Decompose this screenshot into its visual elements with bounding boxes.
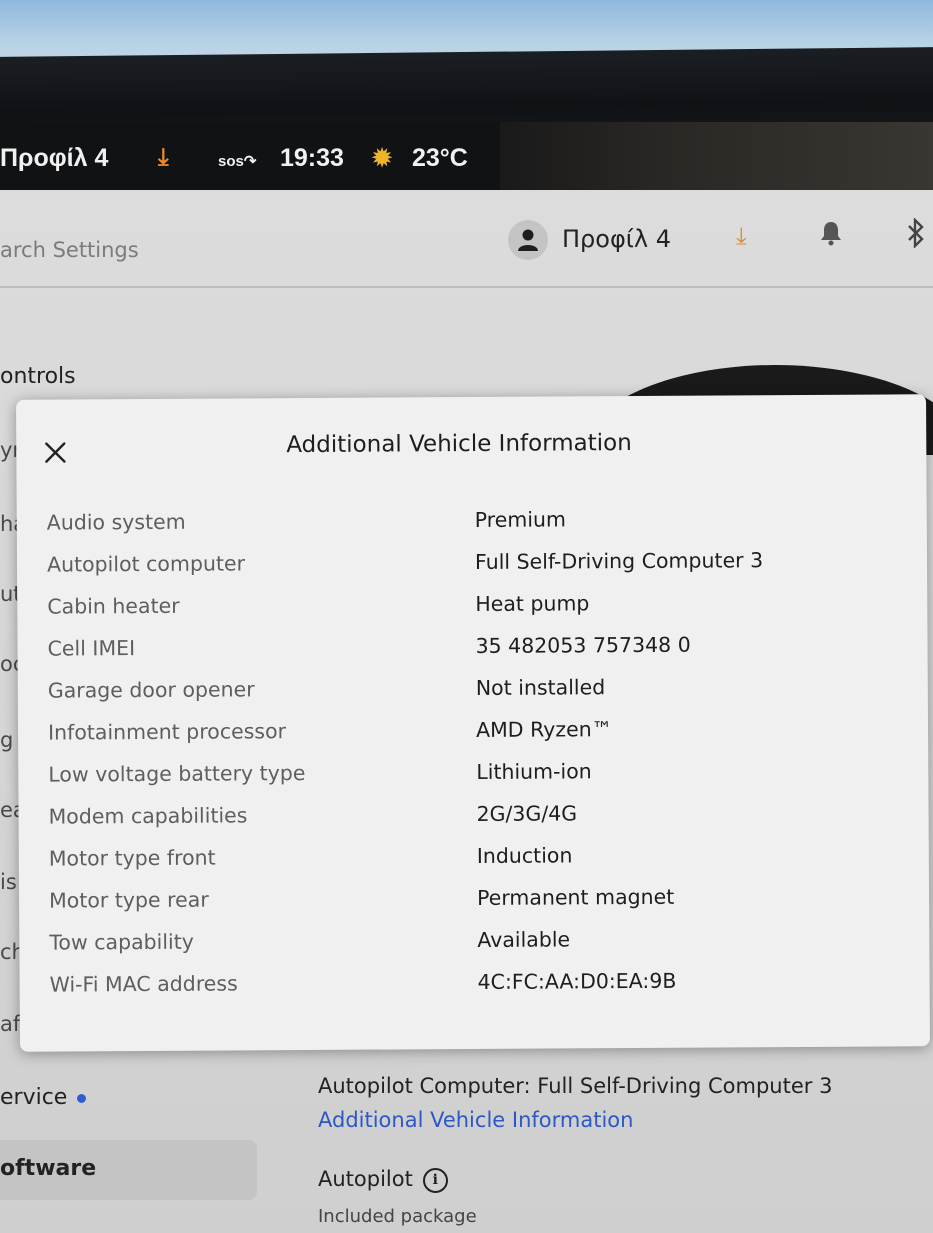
row-label: Motor type rear [49, 887, 209, 913]
status-profile-name[interactable]: Προφίλ 4 [0, 144, 108, 173]
sidebar-item-software[interactable]: oftware [0, 1156, 96, 1181]
row-value: Lithium-ion [476, 759, 592, 784]
additional-vehicle-info-modal: Additional Vehicle Information Audio sys… [16, 394, 930, 1052]
close-icon[interactable] [40, 437, 70, 467]
sos-icon[interactable]: sos↷ [218, 152, 256, 170]
info-icon[interactable]: i [422, 1167, 448, 1193]
camera-strip [500, 122, 933, 192]
row-value: 2G/3G/4G [476, 801, 578, 826]
car-status-bar: Προφίλ 4 ⤓ sos↷ 19:33 ✹ 23°C [0, 122, 933, 192]
table-row: Autopilot computer Full Self-Driving Comp… [17, 541, 927, 589]
row-value: 4C:FC:AA:D0:EA:9B [477, 968, 677, 994]
table-row: Wi-Fi MAC address 4C:FC:AA:D0:EA:9B [19, 961, 929, 1009]
header-divider [0, 286, 933, 288]
sidebar-item-service[interactable]: ervice [0, 1085, 87, 1110]
clock: 19:33 [280, 144, 344, 172]
row-value: Permanent magnet [476, 884, 675, 910]
row-label: Cabin heater [47, 593, 180, 619]
row-label: Modem capabilities [48, 803, 248, 829]
additional-vehicle-info-link[interactable]: Additional Vehicle Information [318, 1108, 633, 1132]
table-row: Modem capabilities 2G/3G/4G [18, 793, 928, 841]
sun-icon: ✹ [372, 145, 393, 172]
notification-dot [77, 1093, 87, 1103]
autopilot-heading-label: Autopilot [318, 1167, 413, 1191]
sidebar-item-label: ervice [0, 1085, 68, 1110]
table-row: Motor type front Induction [19, 835, 929, 883]
outside-temperature: 23°C [412, 144, 468, 172]
table-row: Audio system Premium [17, 499, 927, 547]
row-value: Induction [476, 843, 573, 868]
table-row: Motor type rear Permanent magnet [19, 877, 929, 925]
table-row: Cabin heater Heat pump [17, 583, 927, 631]
row-value: Full Self-Driving Computer 3 [474, 548, 764, 574]
row-label: Autopilot computer [46, 551, 246, 577]
settings-screen: arch Settings Προφίλ 4 ⤓ ontrols yr ha u… [0, 190, 933, 1233]
search-settings-input[interactable]: arch Settings [0, 238, 139, 262]
row-label: Infotainment processor [47, 719, 287, 745]
row-value: Heat pump [475, 591, 590, 616]
settings-header: arch Settings Προφίλ 4 ⤓ [0, 190, 933, 285]
sidebar-item-partial[interactable]: af [0, 1012, 22, 1036]
download-icon[interactable]: ⤓ [158, 144, 169, 172]
modal-title: Additional Vehicle Information [286, 430, 632, 459]
autopilot-computer-info: Autopilot Computer: Full Self-Driving Co… [318, 1074, 833, 1098]
header-profile-name[interactable]: Προφίλ 4 [562, 225, 671, 253]
row-label: Cell IMEI [47, 636, 136, 661]
vehicle-info-table: Audio system Premium Autopilot computer Fu… [17, 499, 930, 1009]
row-value: 35 482053 757348 0 [475, 632, 691, 658]
table-row: Tow capability Available [19, 919, 929, 967]
bell-icon[interactable] [820, 220, 842, 250]
user-icon[interactable] [508, 220, 548, 260]
table-row: Low voltage battery type Lithium-ion [18, 751, 928, 799]
row-label: Garage door opener [47, 677, 255, 703]
row-label: Motor type front [48, 845, 216, 871]
row-label: Audio system [46, 509, 186, 535]
autopilot-heading: Autopilot i [318, 1167, 448, 1193]
row-value: Not installed [475, 675, 606, 700]
sos-label: sos [218, 153, 244, 170]
row-value: AMD Ryzen™ [475, 717, 613, 742]
row-value: Available [477, 927, 571, 952]
table-row: Garage door opener Not installed [18, 667, 928, 715]
row-label: Low voltage battery type [48, 761, 306, 787]
autopilot-subtitle: Included package [318, 1206, 477, 1227]
row-label: Tow capability [49, 929, 194, 955]
download-icon[interactable]: ⤓ [736, 222, 747, 250]
table-row: Cell IMEI 35 482053 757348 0 [17, 625, 927, 673]
row-label: Wi-Fi MAC address [49, 971, 238, 997]
row-value: Premium [474, 507, 567, 532]
bluetooth-icon[interactable] [905, 217, 927, 254]
table-row: Infotainment processor AMD Ryzen™ [18, 709, 928, 757]
sidebar-item-controls[interactable]: ontrols [0, 364, 76, 389]
